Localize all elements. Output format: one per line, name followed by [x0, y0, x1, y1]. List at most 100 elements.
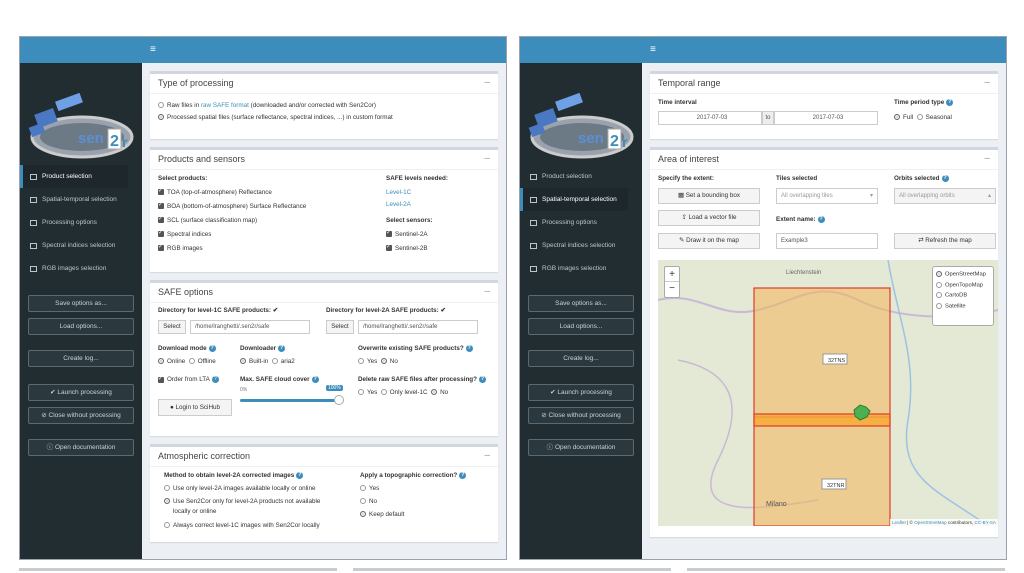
help-icon[interactable]: ? [208, 345, 216, 352]
refresh-map-button[interactable]: ⇄ Refresh the map [894, 233, 996, 249]
orbit-overlap-band[interactable] [753, 413, 891, 427]
cc-link[interactable]: CC-BY-SA [974, 520, 996, 525]
draw-on-map-button[interactable]: ✎ Draw it on the map [658, 233, 760, 249]
dir-1c-input[interactable]: /home/lranghetti/.sen2r/safe [190, 320, 310, 334]
radio[interactable] [360, 498, 366, 505]
help-icon[interactable]: ? [478, 376, 486, 383]
processed-files-option[interactable]: Processed spatial files (surface reflect… [158, 114, 490, 121]
method-option-1[interactable]: Use only level-2A images available local… [164, 485, 315, 492]
checkbox[interactable] [158, 201, 164, 210]
leaflet-map[interactable]: 32TNS 32TNR Liechtenstein Milano + − Ope… [658, 260, 998, 526]
checkbox[interactable] [158, 243, 164, 252]
radio-no[interactable] [431, 389, 438, 396]
login-scihub-button[interactable]: ● Login to SciHub [158, 399, 232, 416]
dir-2a-input[interactable]: /home/lranghetti/.sen2r/safe [358, 320, 478, 334]
checkbox[interactable] [386, 229, 392, 238]
radio-only-1c[interactable] [380, 389, 387, 396]
sidebar-item-spatial-temporal[interactable]: Spatial-temporal selection [520, 188, 628, 211]
date-from-input[interactable]: 2017-07-03 [658, 111, 762, 125]
osm-link[interactable]: OpenStreetMap [914, 520, 946, 525]
level-2a-link[interactable]: Level-2A [386, 201, 411, 208]
product-toa-checkbox[interactable]: TOA (top-of-atmosphere) Reflectance [158, 187, 272, 196]
tile-32tns-footprint[interactable] [753, 287, 891, 526]
sidebar-item-rgb-images[interactable]: RGB images selection [20, 257, 142, 280]
leaflet-link[interactable]: Leaflet [892, 520, 906, 525]
create-log-button[interactable]: Create log... [28, 350, 134, 367]
load-options-button[interactable]: Load options... [28, 318, 134, 335]
load-vector-button[interactable]: ⇪ Load a vector file [658, 210, 760, 226]
load-options-button[interactable]: Load options... [528, 318, 634, 335]
radio-full[interactable] [894, 114, 900, 121]
minimize-icon[interactable]: – [984, 150, 990, 168]
sidebar-item-product-selection[interactable]: Product selection [520, 165, 642, 188]
help-icon[interactable]: ? [941, 175, 949, 182]
sidebar-item-spatial-temporal[interactable]: Spatial-temporal selection [20, 188, 142, 211]
radio[interactable] [164, 522, 170, 529]
topo-keep-default[interactable]: Keep default [360, 511, 404, 518]
radio[interactable] [164, 485, 170, 492]
product-indices-checkbox[interactable]: Spectral indices [158, 229, 211, 238]
radio[interactable] [936, 302, 942, 309]
orbits-select[interactable]: All overlapping orbits ▴ [894, 188, 996, 204]
tiles-select[interactable]: All overlapping tiles ▾ [776, 188, 878, 204]
radio[interactable] [936, 281, 942, 288]
cloud-slider-handle[interactable] [334, 395, 344, 405]
minimize-icon[interactable]: – [484, 283, 490, 301]
radio-aria2[interactable] [271, 358, 278, 365]
select-dir-2a-button[interactable]: Select [326, 320, 354, 334]
help-icon[interactable]: ? [459, 472, 467, 479]
raw-safe-option[interactable]: Raw files in raw SAFE format (downloaded… [158, 102, 490, 109]
help-icon[interactable]: ? [946, 99, 954, 106]
radio-yes[interactable] [358, 389, 364, 396]
radio-selected[interactable] [164, 498, 170, 505]
level-1c-link[interactable]: Level-1C [386, 189, 411, 196]
radio-online[interactable] [158, 358, 164, 365]
radio-seasonal[interactable] [916, 114, 923, 121]
sidebar-item-processing-options[interactable]: Processing options [520, 211, 642, 234]
topo-no[interactable]: No [360, 498, 377, 505]
sidebar-item-product-selection[interactable]: Product selection [20, 165, 128, 188]
radio[interactable] [158, 102, 164, 109]
checkbox[interactable] [158, 375, 164, 383]
layer-cartodb[interactable]: CartoDB [936, 292, 990, 299]
radio-offline[interactable] [188, 358, 195, 365]
topo-yes[interactable]: Yes [360, 485, 379, 492]
create-log-button[interactable]: Create log... [528, 350, 634, 367]
open-documentation-button[interactable]: ⓘ Open documentation [528, 439, 634, 456]
open-documentation-button[interactable]: ⓘ Open documentation [28, 439, 134, 456]
cloud-slider-track[interactable] [240, 399, 340, 402]
sensor-2a-checkbox[interactable]: Sentinel-2A [386, 229, 428, 238]
save-options-button[interactable]: Save options as... [528, 295, 634, 312]
date-to-input[interactable]: 2017-07-03 [774, 111, 878, 125]
hamburger-icon[interactable]: ≡ [650, 44, 656, 55]
sidebar-item-spectral-indices[interactable]: Spectral indices selection [20, 234, 142, 257]
hamburger-icon[interactable]: ≡ [150, 44, 156, 55]
layer-osm[interactable]: OpenStreetMap [936, 271, 990, 278]
radio-builtin[interactable] [240, 358, 246, 365]
layer-opentopomap[interactable]: OpenTopoMap [936, 281, 990, 288]
launch-processing-button[interactable]: ✔ Launch processing [528, 384, 634, 401]
radio-yes[interactable] [358, 358, 364, 365]
extent-name-input[interactable]: Example3 [776, 233, 878, 249]
help-icon[interactable]: ? [211, 376, 219, 383]
sidebar-item-spectral-indices[interactable]: Spectral indices selection [520, 234, 642, 257]
launch-processing-button[interactable]: ✔ Launch processing [28, 384, 134, 401]
checkbox[interactable] [386, 243, 392, 252]
raw-safe-link[interactable]: raw SAFE format [201, 102, 249, 109]
radio-selected[interactable] [360, 511, 366, 518]
radio-selected[interactable] [158, 114, 164, 121]
checkbox[interactable] [158, 229, 164, 238]
close-without-processing-button[interactable]: ⊘ Close without processing [28, 407, 134, 424]
radio[interactable] [936, 292, 942, 299]
method-option-2[interactable]: Use Sen2Cor only for level-2A products n… [164, 498, 320, 505]
help-icon[interactable]: ? [311, 376, 319, 383]
minimize-icon[interactable]: – [484, 447, 490, 465]
radio[interactable] [360, 485, 366, 492]
layer-satellite[interactable]: Satellite [936, 302, 990, 309]
checkbox[interactable] [158, 215, 164, 224]
sidebar-item-rgb-images[interactable]: RGB images selection [520, 257, 642, 280]
zoom-out-button[interactable]: − [665, 282, 679, 297]
method-option-3[interactable]: Always correct level-1C images with Sen2… [164, 522, 320, 529]
sensor-2b-checkbox[interactable]: Sentinel-2B [386, 243, 428, 252]
close-without-processing-button[interactable]: ⊘ Close without processing [528, 407, 634, 424]
